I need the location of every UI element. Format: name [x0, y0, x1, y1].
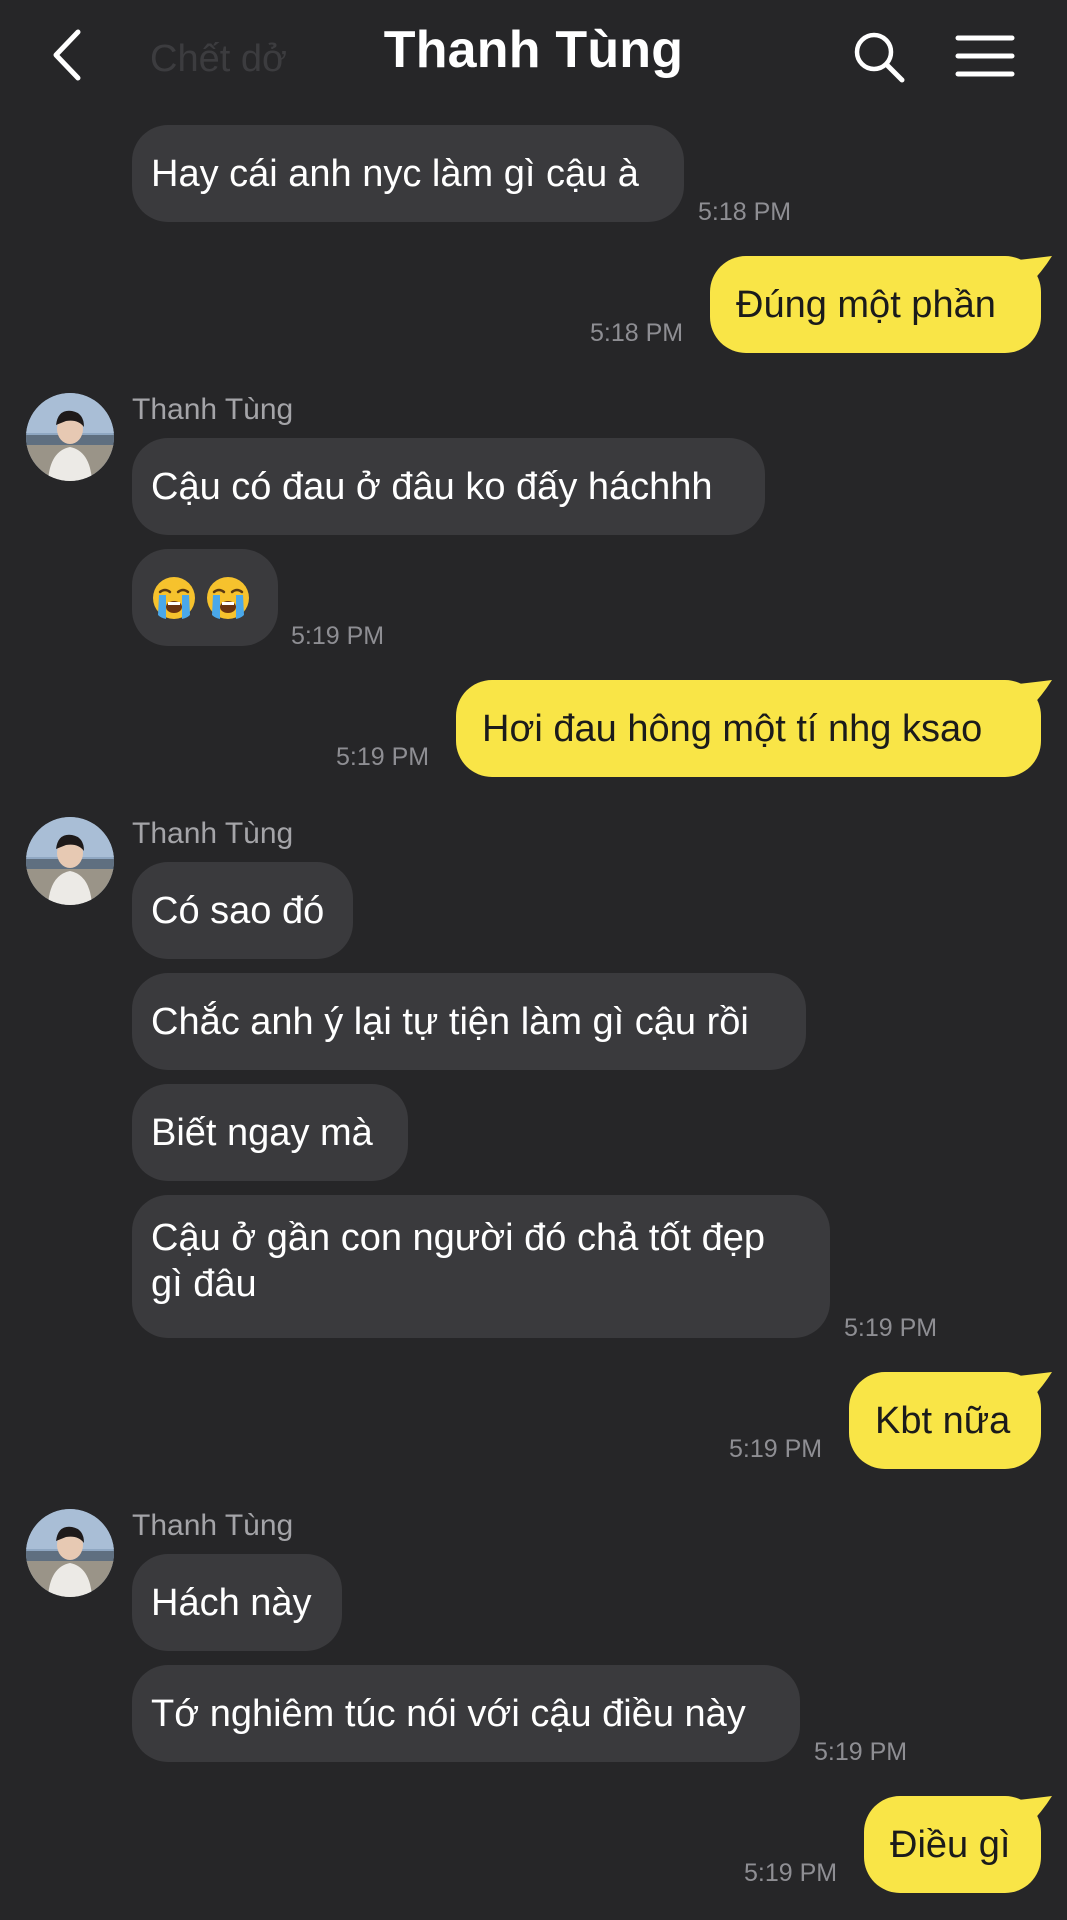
bubble-tail — [1018, 1372, 1052, 1402]
message-bubble-incoming[interactable]: Cậu ở gần con người đó chả tốt đẹp gì đâ… — [132, 1195, 830, 1338]
message-bubble-incoming[interactable]: Có sao đó — [132, 862, 353, 959]
menu-button[interactable] — [954, 30, 1016, 82]
message-text: Biết ngay mà — [151, 1111, 373, 1154]
chat-header: Chết dở Thanh Tùng — [0, 0, 1067, 110]
message-bubble-incoming[interactable]: Cậu có đau ở đâu ko đấy háchhh — [132, 438, 765, 535]
message-timestamp: 5:19 PM — [291, 622, 385, 650]
message-bubble-incoming[interactable]: Biết ngay mà — [132, 1084, 408, 1181]
message-bubble-incoming[interactable]: Hách này — [132, 1554, 342, 1651]
bubble-tail — [1018, 680, 1052, 710]
sender-name: Thanh Tùng — [132, 393, 294, 426]
message-text: Chắc anh ý lại tự tiện làm gì cậu rồi — [151, 1000, 749, 1043]
search-icon — [854, 32, 905, 83]
avatar[interactable] — [26, 1509, 114, 1597]
message-text: Có sao đó — [151, 889, 325, 932]
message-text: Cậu có đau ở đâu ko đấy háchhh — [151, 465, 713, 508]
message-text: Cậu ở gần con người đó chả tốt đẹp gì đâ… — [151, 1217, 766, 1305]
message-text: Hơi đau hông một tí nhg ksao — [482, 707, 983, 750]
message-timestamp: 5:19 PM — [336, 743, 430, 771]
chat-screen: Chết dở Thanh Tùng Hay cái anh nyc làm g… — [0, 0, 1067, 1920]
profile-photo-icon — [26, 817, 114, 905]
sender-name: Thanh Tùng — [132, 817, 294, 850]
message-text: Hách này — [151, 1581, 312, 1624]
message-timestamp: 5:19 PM — [729, 1435, 823, 1463]
message-bubble-outgoing[interactable]: Điều gì — [864, 1796, 1041, 1893]
message-text: Kbt nữa — [875, 1399, 1011, 1442]
message-bubble-outgoing[interactable]: Đúng một phần — [710, 256, 1041, 353]
avatar[interactable] — [26, 393, 114, 481]
bubble-tail — [1018, 1796, 1052, 1826]
message-timestamp: 5:18 PM — [698, 198, 792, 226]
loudly-crying-face-icon — [205, 575, 251, 621]
bubble-tail — [1018, 256, 1052, 286]
message-bubble-outgoing[interactable]: Kbt nữa — [849, 1372, 1041, 1469]
profile-photo-icon — [26, 1509, 114, 1597]
message-bubble-incoming[interactable] — [132, 549, 278, 646]
menu-icon — [955, 35, 1015, 77]
message-timestamp: 5:19 PM — [844, 1314, 938, 1342]
message-text: Hay cái anh nyc làm gì cậu à — [151, 152, 639, 195]
message-timestamp: 5:19 PM — [744, 1859, 838, 1887]
message-timestamp: 5:19 PM — [814, 1738, 908, 1766]
message-text: Đúng một phần — [736, 283, 996, 326]
message-text: Tớ nghiêm túc nói với cậu điều này — [151, 1692, 746, 1735]
profile-photo-icon — [26, 393, 114, 481]
message-text: Điều gì — [890, 1823, 1011, 1866]
sender-name: Thanh Tùng — [132, 1509, 294, 1542]
message-bubble-outgoing[interactable]: Hơi đau hông một tí nhg ksao — [456, 680, 1041, 777]
avatar[interactable] — [26, 817, 114, 905]
message-bubble-incoming[interactable]: Tớ nghiêm túc nói với cậu điều này — [132, 1665, 800, 1762]
message-bubble-incoming[interactable]: Hay cái anh nyc làm gì cậu à — [132, 125, 684, 222]
loudly-crying-face-icon — [151, 575, 197, 621]
search-button[interactable] — [848, 26, 910, 88]
message-timestamp: 5:18 PM — [590, 319, 684, 347]
message-bubble-incoming[interactable]: Chắc anh ý lại tự tiện làm gì cậu rồi — [132, 973, 806, 1070]
